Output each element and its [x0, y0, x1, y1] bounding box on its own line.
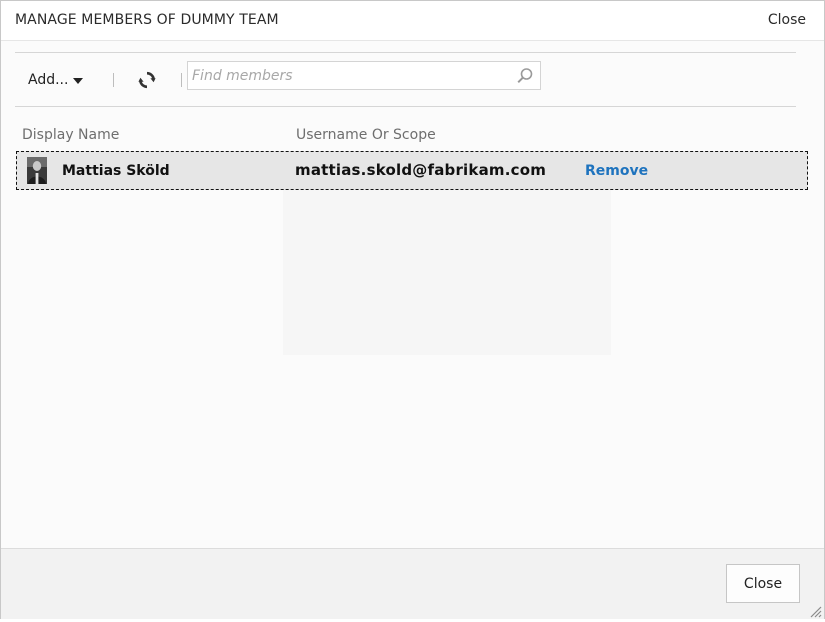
column-header-display-name[interactable]: Display Name	[22, 127, 119, 143]
titlebar-close-button[interactable]: Close	[768, 12, 806, 28]
toolbar-top-divider	[15, 52, 796, 53]
dialog-footer: Close	[1, 548, 824, 619]
toolbar-bottom-divider	[15, 106, 796, 107]
member-username: mattias.skold@fabrikam.com	[295, 161, 547, 179]
column-header-username[interactable]: Username Or Scope	[296, 127, 436, 143]
add-button[interactable]: Add...	[28, 72, 84, 88]
search-box	[187, 61, 541, 90]
resize-grip-icon[interactable]	[808, 603, 822, 618]
find-members-input[interactable]	[192, 65, 510, 86]
close-button[interactable]: Close	[726, 564, 800, 603]
toolbar-separator	[113, 73, 114, 87]
refresh-icon[interactable]	[137, 70, 157, 90]
search-icon[interactable]	[516, 67, 534, 85]
manage-members-dialog: MANAGE MEMBERS OF DUMMY TEAM Close Add..…	[0, 0, 825, 619]
table-row[interactable]: Mattias Sköld mattias.skold@fabrikam.com…	[16, 151, 808, 190]
dialog-title: MANAGE MEMBERS OF DUMMY TEAM	[15, 12, 279, 28]
faded-overlay-panel	[283, 190, 611, 355]
avatar	[27, 157, 47, 184]
add-button-label: Add...	[28, 72, 69, 88]
dialog-content: Add... Display Name Username	[1, 41, 824, 548]
member-display-name: Mattias Sköld	[62, 163, 170, 179]
remove-member-link[interactable]: Remove	[585, 163, 648, 179]
chevron-down-icon	[73, 77, 84, 84]
toolbar-separator	[181, 73, 182, 87]
dialog-titlebar: MANAGE MEMBERS OF DUMMY TEAM Close	[1, 1, 824, 41]
